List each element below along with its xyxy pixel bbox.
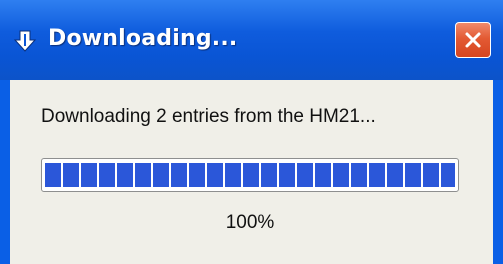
close-button[interactable] [455,22,491,58]
progress-bar [41,158,459,192]
title-bar[interactable]: Downloading... [0,0,503,80]
download-arrow-icon [12,28,38,54]
window-title: Downloading... [48,26,238,51]
status-message: Downloading 2 entries from the HM21... [41,106,376,127]
progress-bar-fill [45,163,455,187]
dialog-body: Downloading 2 entries from the HM21... 1… [10,80,493,264]
download-dialog-window: Downloading... Downloading 2 entries fro… [0,0,503,264]
progress-percent-label: 100% [225,212,275,233]
close-icon [465,32,481,48]
